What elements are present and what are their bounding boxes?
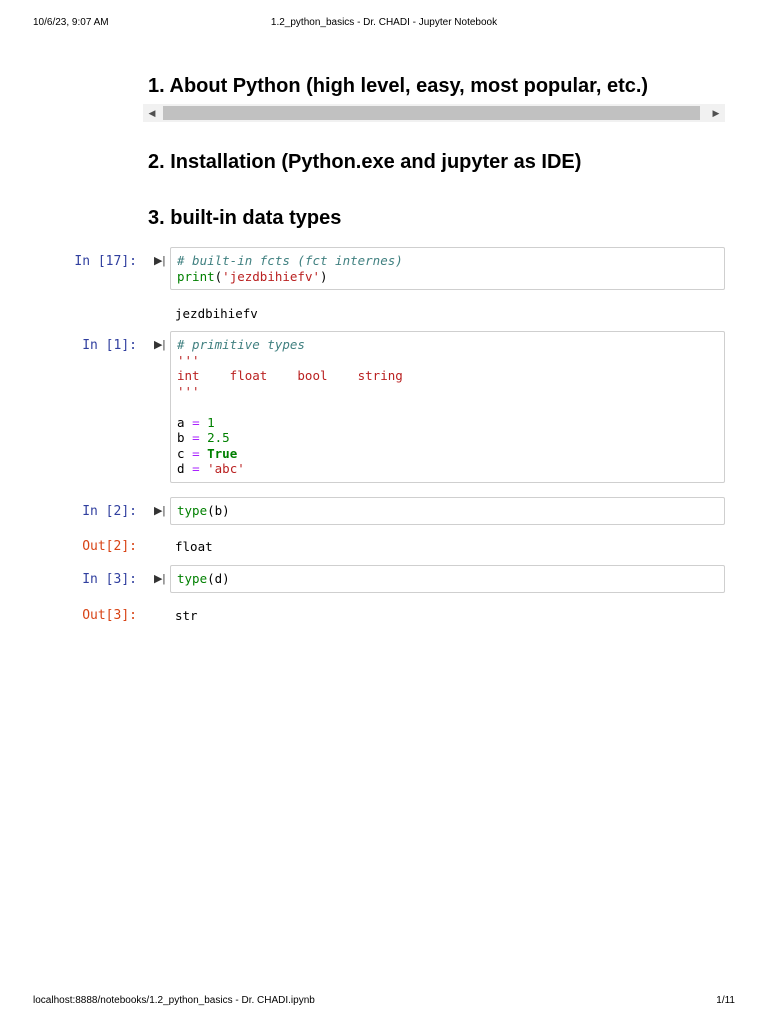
code-line: type(d) <box>177 571 718 587</box>
horizontal-scrollbar[interactable]: ◀ ▶ <box>143 104 725 122</box>
code-token: (b) <box>207 503 230 518</box>
code-token: = <box>192 461 200 476</box>
print-page-number: 1/11 <box>716 995 735 1006</box>
run-cell-icon[interactable]: ▶| <box>154 572 165 585</box>
print-url: localhost:8888/notebooks/1.2_python_basi… <box>33 995 315 1006</box>
code-line: # built-in fcts (fct internes) <box>177 253 718 269</box>
code-token: True <box>207 445 238 461</box>
code-cell-input[interactable]: type(b) <box>170 497 725 525</box>
heading-about-python: 1. About Python (high level, easy, most … <box>148 75 649 97</box>
code-cell-input[interactable]: # built-in fcts (fct internes) print('jez… <box>170 247 725 290</box>
cell-output: str <box>175 608 198 623</box>
code-line: d = 'abc' <box>177 461 718 477</box>
code-line: b = 2.5 <box>177 430 718 446</box>
code-line: # primitive types <box>177 337 718 353</box>
code-line: print('jezdbihiefv') <box>177 269 718 285</box>
code-token: a <box>177 414 193 430</box>
code-token: ''' <box>177 383 200 399</box>
code-line: c = True <box>177 446 718 462</box>
input-prompt: In [2]: <box>82 504 137 519</box>
cell-output: float <box>175 539 213 554</box>
code-token: 2.5 <box>207 430 230 445</box>
heading-data-types: 3. built-in data types <box>148 207 342 229</box>
code-token: b <box>177 430 193 445</box>
cell-output: jezdbihiefv <box>175 306 258 321</box>
input-prompt: In [1]: <box>82 338 137 353</box>
code-cell-input[interactable]: type(d) <box>170 565 725 593</box>
scroll-left-arrow-icon[interactable]: ◀ <box>143 104 161 122</box>
input-prompt: In [3]: <box>82 572 137 587</box>
code-line: int float bool string <box>177 368 718 384</box>
heading-installation: 2. Installation (Python.exe and jupyter … <box>148 151 582 173</box>
run-cell-icon[interactable]: ▶| <box>154 338 165 351</box>
code-token: = <box>192 445 200 461</box>
code-token: 1 <box>207 414 215 430</box>
code-line: ''' <box>177 384 718 400</box>
code-token: type <box>177 503 208 518</box>
code-token: ) <box>320 268 328 284</box>
code-token: print <box>177 268 215 284</box>
code-token: type <box>177 571 208 586</box>
code-token: c <box>177 445 193 461</box>
scrollbar-thumb[interactable] <box>163 106 700 120</box>
code-cell-input[interactable]: # primitive types ''' int float bool strin… <box>170 331 725 483</box>
code-token: 'jezdbihiefv' <box>222 268 321 284</box>
code-token: ''' <box>177 352 200 368</box>
output-prompt: Out[2]: <box>82 539 137 554</box>
input-prompt: In [17]: <box>74 254 137 269</box>
output-prompt: Out[3]: <box>82 608 137 623</box>
code-token: int float bool string <box>177 368 403 383</box>
run-cell-icon[interactable]: ▶| <box>154 504 165 517</box>
code-token: d <box>177 461 193 476</box>
code-token: # primitive types <box>177 337 305 352</box>
code-token: = <box>192 430 200 445</box>
code-token: 'abc' <box>207 461 245 476</box>
code-line: ''' <box>177 353 718 369</box>
print-title: 1.2_python_basics - Dr. CHADI - Jupyter … <box>270 17 498 28</box>
code-token: (d) <box>207 571 230 586</box>
code-line: a = 1 <box>177 415 718 431</box>
scroll-right-arrow-icon[interactable]: ▶ <box>707 104 725 122</box>
code-line: type(b) <box>177 503 718 519</box>
run-cell-icon[interactable]: ▶| <box>154 254 165 267</box>
code-token: # built-in fcts (fct internes) <box>177 253 403 268</box>
code-token: = <box>192 414 200 430</box>
